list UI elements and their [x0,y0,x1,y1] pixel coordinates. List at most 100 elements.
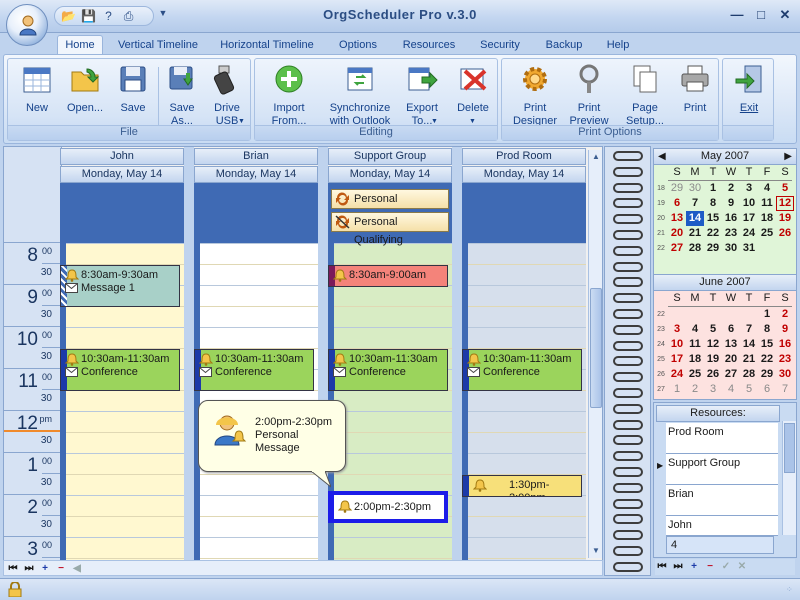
tab-vertical-timeline[interactable]: Vertical Timeline [112,37,204,55]
calendar-day[interactable]: 12 [704,337,722,352]
maximize-button[interactable]: □ [750,6,772,24]
exit-button[interactable]: Exit [727,63,771,129]
calendar-day[interactable]: 8 [758,322,776,337]
calendar-day[interactable]: 4 [686,322,704,337]
calendar-day[interactable]: 14 [740,337,758,352]
column-date-prod-room[interactable]: Monday, May 14 [462,166,586,183]
resource-count-field[interactable]: 4 [666,536,774,554]
open-button[interactable]: Open... [62,63,108,129]
calendar-day[interactable]: 20 [722,352,740,367]
calendar-day[interactable]: 24 [740,226,758,241]
appointment[interactable]: 10:30am-11:30am Conference [194,349,314,391]
column-header-john[interactable]: John [60,148,184,165]
calendar-day[interactable]: 4 [758,181,776,196]
calendar-day[interactable]: 10 [740,196,758,211]
calendar-day[interactable]: 28 [740,367,758,382]
application-menu-button[interactable] [6,4,48,46]
calendar-day[interactable]: 13 [668,211,686,226]
new-button[interactable]: New [12,63,62,129]
calendar-day[interactable]: 7 [740,322,758,337]
calendar-day[interactable]: 29 [758,367,776,382]
calendar-day[interactable]: 11 [686,337,704,352]
all-day-event[interactable]: Personal Qualifying [331,212,449,246]
remove-icon[interactable]: − [54,562,68,576]
calendar-day[interactable] [668,307,686,322]
vertical-scrollbar[interactable]: ▲ ▼ [588,150,602,558]
resize-grip-icon[interactable]: ⁘ [786,585,796,595]
calendar-day[interactable]: 29 [704,241,722,256]
calendar-day[interactable]: 3 [740,181,758,196]
calendar-day[interactable]: 5 [704,322,722,337]
prev-month-icon[interactable]: ◀ [658,149,666,164]
appointment-selected[interactable]: 2:00pm-2:30pm [328,491,448,523]
calendar-day[interactable]: 27 [722,367,740,382]
tab-home[interactable]: Home [57,35,103,56]
tab-security[interactable]: Security [472,37,528,55]
calendar-day[interactable]: 27 [668,241,686,256]
customize-qat-icon[interactable]: ▼ [158,8,168,22]
save-as-button[interactable]: Save As... [160,63,204,129]
calendar-day[interactable]: 24 [668,367,686,382]
appointment[interactable]: 1:30pm-2:00pm [462,475,582,497]
calendar-day[interactable]: 3 [668,322,686,337]
open-folder-icon[interactable]: 📂 [61,9,76,24]
calendar-day[interactable]: 1 [668,382,686,397]
resource-row[interactable]: John [666,516,778,536]
tab-help[interactable]: Help [600,37,636,55]
first-record-icon[interactable]: ⏮ [6,562,20,576]
calendar-day[interactable]: 31 [740,241,758,256]
remove-icon[interactable]: − [703,560,717,574]
calendar-day[interactable]: 9 [722,196,740,211]
calendar-day[interactable]: 18 [758,211,776,226]
calendar-day[interactable]: 20 [668,226,686,241]
print-designer-button[interactable]: Print Designer [508,63,562,129]
calendar-day[interactable]: 13 [722,337,740,352]
day-slots-support-group[interactable] [328,243,452,575]
resource-row[interactable]: Brian [666,485,778,516]
confirm-icon[interactable]: ✓ [719,560,733,574]
delete-button[interactable]: Delete ▼ [451,63,495,129]
close-button[interactable]: ✕ [774,6,796,24]
calendar-day[interactable]: 1 [758,307,776,322]
scroll-thumb[interactable] [590,288,602,408]
calendar-day[interactable]: 11 [758,196,776,211]
minimize-button[interactable]: — [726,6,748,24]
cancel-icon[interactable]: ✕ [735,560,749,574]
calendar-day[interactable]: 7 [776,382,794,397]
day-slots-prod-room[interactable] [462,243,586,575]
calendar-day[interactable]: 5 [740,382,758,397]
page-setup-button[interactable]: Page Setup... [618,63,672,129]
calendar-day[interactable]: 17 [668,352,686,367]
calendar-day[interactable]: 2 [686,382,704,397]
calendar-day[interactable]: 22 [704,226,722,241]
calendar-day[interactable]: 21 [686,226,704,241]
calendar-day[interactable]: 16 [722,211,740,226]
column-header-support-group[interactable]: Support Group [328,148,452,165]
calendar-day[interactable]: 28 [686,241,704,256]
calendar-day[interactable]: 30 [686,181,704,196]
calendar-day[interactable]: 6 [758,382,776,397]
column-date-brian[interactable]: Monday, May 14 [194,166,318,183]
calendar-day[interactable]: 6 [668,196,686,211]
appointment[interactable]: 10:30am-11:30am Conference [328,349,448,391]
scroll-down-icon[interactable]: ▼ [589,544,603,558]
calendar-day[interactable]: 2 [722,181,740,196]
last-record-icon[interactable]: ⏭ [22,562,36,576]
calendar-day[interactable]: 10 [668,337,686,352]
scroll-up-icon[interactable]: ▲ [589,150,603,164]
appointment[interactable]: 10:30am-11:30am Conference [60,349,180,391]
calendar-day[interactable] [758,241,776,256]
appointment[interactable]: 8:30am-9:30am Message 1 [60,265,180,307]
drive-usb-button[interactable]: Drive USB ▼ [204,63,250,129]
calendar-day[interactable]: 7 [686,196,704,211]
calendar-day[interactable]: 4 [722,382,740,397]
column-header-prod-room[interactable]: Prod Room [462,148,586,165]
calendar-day[interactable]: 5 [776,181,794,196]
save-icon[interactable]: 💾 [81,9,96,24]
next-month-icon[interactable]: ▶ [784,149,792,164]
calendar-day[interactable]: 29 [668,181,686,196]
calendar-day[interactable]: 30 [776,367,794,382]
calendar-day[interactable]: 15 [704,211,722,226]
calendar-day[interactable]: 19 [704,352,722,367]
export-to-button[interactable]: Export To... ▼ [399,63,445,129]
